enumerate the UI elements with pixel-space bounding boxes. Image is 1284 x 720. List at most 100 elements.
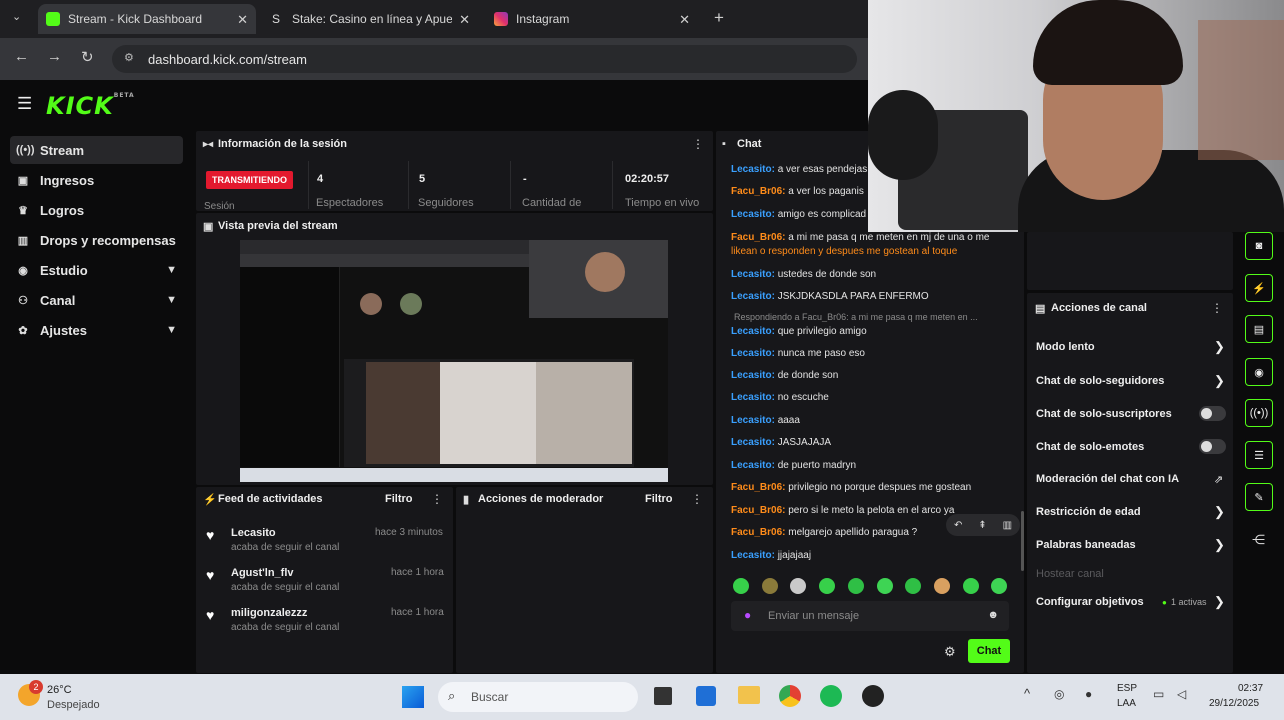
chat-username[interactable]: Lecasito	[731, 460, 772, 471]
task-view-icon[interactable]	[654, 687, 672, 705]
chevron-up-icon[interactable]: ^	[1024, 686, 1030, 701]
feed-user[interactable]: Lecasito	[231, 527, 276, 539]
tab-kick-dashboard[interactable]: Stream - Kick Dashboard ✕	[38, 4, 256, 34]
sidebar-item-logros[interactable]: ♛ Logros	[10, 196, 183, 224]
new-tab-icon[interactable]: +	[714, 8, 724, 28]
sidebar-item-estudio[interactable]: ◉ Estudio ▼	[10, 256, 183, 284]
store-icon[interactable]	[696, 686, 716, 706]
close-icon[interactable]: ✕	[679, 12, 690, 28]
chat-message[interactable]: Facu_Br06: a mi me pasa q me meten en mj…	[731, 232, 1021, 243]
chat-username[interactable]: Lecasito	[731, 291, 772, 302]
pin-icon[interactable]: ⇞	[978, 520, 986, 531]
broadcast-icon[interactable]: ((•))	[1245, 399, 1273, 427]
microphone-icon[interactable]: ●	[744, 608, 751, 622]
emotes-only-toggle[interactable]	[1199, 439, 1226, 454]
chat-username[interactable]: Facu_Br06	[731, 482, 782, 493]
emote-icon[interactable]	[905, 578, 921, 594]
feed-user[interactable]: Agust'ln_flv	[231, 567, 294, 579]
chat-message[interactable]: Facu_Br06: privilegio no porque despues …	[731, 482, 1021, 493]
display-icon[interactable]: ▭	[1153, 687, 1164, 701]
chat-message[interactable]: Lecasito: de puerto madryn	[731, 460, 1021, 471]
chat-username[interactable]: Lecasito	[731, 415, 772, 426]
emote-icon[interactable]	[790, 578, 806, 594]
reply-icon[interactable]: ↶	[954, 520, 962, 531]
site-info-icon[interactable]: ⚙	[124, 51, 134, 64]
reload-icon[interactable]: ↻	[81, 48, 94, 66]
chat-username[interactable]: Facu_Br06	[731, 505, 782, 516]
emote-icon[interactable]	[762, 578, 778, 594]
camera-icon[interactable]: ◙	[1245, 232, 1273, 260]
chat-username[interactable]: Lecasito	[731, 392, 772, 403]
emoji-icon[interactable]: ☻	[987, 609, 999, 621]
chat-username[interactable]: Lecasito	[731, 348, 772, 359]
chat-message[interactable]: Lecasito: JASJAJAJA	[731, 437, 1021, 448]
wrench-icon[interactable]: ✎	[1245, 483, 1273, 511]
forward-icon[interactable]: →	[47, 48, 62, 65]
clock-date[interactable]: 29/12/2025	[1209, 698, 1259, 709]
chat-message[interactable]: Lecasito: jjajajaaj	[731, 550, 1021, 561]
sidebar-item-canal[interactable]: ⚇ Canal ▼	[10, 286, 183, 314]
list-icon[interactable]: ☰	[1245, 441, 1273, 469]
chat-message[interactable]: Lecasito: ustedes de donde son	[731, 269, 1021, 280]
chevron-right-icon[interactable]: ❯	[1214, 537, 1225, 553]
emote-icon[interactable]	[848, 578, 864, 594]
chat-settings-icon[interactable]: ⚙	[944, 644, 956, 660]
chat-bubble-icon[interactable]: ◉	[1245, 358, 1273, 386]
subscribers-only-toggle[interactable]	[1199, 406, 1226, 421]
goals-item[interactable]: Configurar objetivos	[1036, 596, 1144, 608]
stream-preview-video[interactable]	[240, 240, 668, 482]
chat-username[interactable]: Lecasito	[731, 269, 772, 280]
emote-icon[interactable]	[991, 578, 1007, 594]
taskbar-search[interactable]: ⌕ Buscar	[438, 682, 638, 712]
emote-icon[interactable]	[963, 578, 979, 594]
language-layout[interactable]: LAA	[1117, 698, 1136, 709]
sidebar-item-ajustes[interactable]: ✿ Ajustes ▼	[10, 316, 183, 344]
chat-send-button[interactable]: Chat	[968, 639, 1010, 663]
more-icon[interactable]: ⋮	[691, 492, 703, 506]
banned-words-item[interactable]: Palabras baneadas	[1036, 539, 1136, 551]
chevron-right-icon[interactable]: ❯	[1214, 594, 1225, 610]
tab-list-icon[interactable]: ⌄	[12, 10, 21, 23]
chat-message[interactable]: Lecasito: no escuche	[731, 392, 1021, 403]
sidebar-item-ingresos[interactable]: ▣ Ingresos	[10, 166, 183, 194]
ai-moderation-item[interactable]: Moderación del chat con IA	[1036, 473, 1179, 485]
chat-scrollbar[interactable]	[1021, 511, 1024, 571]
language-code[interactable]: ESP	[1117, 683, 1137, 694]
chat-username[interactable]: Facu_Br06	[731, 527, 782, 538]
close-icon[interactable]: ✕	[459, 12, 470, 28]
chat-message[interactable]: Respondiendo a Facu_Br06: a mi me pasa q…	[734, 312, 1024, 322]
chevron-right-icon[interactable]: ❯	[1214, 373, 1225, 389]
chat-username[interactable]: Lecasito	[731, 209, 772, 220]
file-explorer-icon[interactable]	[738, 686, 760, 704]
sidebar-item-stream[interactable]: ((•)) Stream	[10, 136, 183, 164]
menu-icon[interactable]: ☰	[17, 94, 32, 114]
microphone-icon[interactable]: ●	[1085, 687, 1092, 701]
age-restriction-item[interactable]: Restricción de edad	[1036, 506, 1141, 518]
clock-time[interactable]: 02:37	[1238, 683, 1263, 694]
delete-icon[interactable]: ▥	[1003, 520, 1012, 531]
chrome-icon[interactable]	[779, 685, 801, 707]
emote-icon[interactable]	[733, 578, 749, 594]
tab-stake[interactable]: S Stake: Casino en línea y Apuest ✕	[264, 4, 478, 34]
back-icon[interactable]: ←	[14, 48, 29, 65]
kick-logo[interactable]: KICKBETA	[46, 92, 135, 120]
followers-only-item[interactable]: Chat de solo-seguidores	[1036, 375, 1164, 387]
more-icon[interactable]: ⋮	[1211, 301, 1223, 315]
document-icon[interactable]: ▤	[1245, 315, 1273, 343]
emote-icon[interactable]	[934, 578, 950, 594]
chat-username[interactable]: Facu_Br06	[731, 186, 782, 197]
close-icon[interactable]: ✕	[237, 12, 248, 28]
share-icon[interactable]: ⋲	[1252, 532, 1265, 548]
chat-message[interactable]: Lecasito: JSKJDKASDLA PARA ENFERMO	[731, 291, 1021, 302]
spotify-icon[interactable]	[820, 685, 842, 707]
emote-icon[interactable]	[819, 578, 835, 594]
tab-instagram[interactable]: Instagram ✕	[486, 4, 698, 34]
chat-message[interactable]: Lecasito: nunca me paso eso	[731, 348, 1021, 359]
windows-start-icon[interactable]	[402, 686, 424, 708]
chat-username[interactable]: Lecasito	[731, 437, 772, 448]
sidebar-item-drops[interactable]: ▥ Drops y recompensas	[10, 226, 183, 254]
chat-username[interactable]: Lecasito	[731, 550, 772, 561]
filter-button[interactable]: Filtro	[645, 493, 673, 505]
chat-username[interactable]: Facu_Br06	[731, 232, 782, 243]
slow-mode-item[interactable]: Modo lento	[1036, 341, 1095, 353]
